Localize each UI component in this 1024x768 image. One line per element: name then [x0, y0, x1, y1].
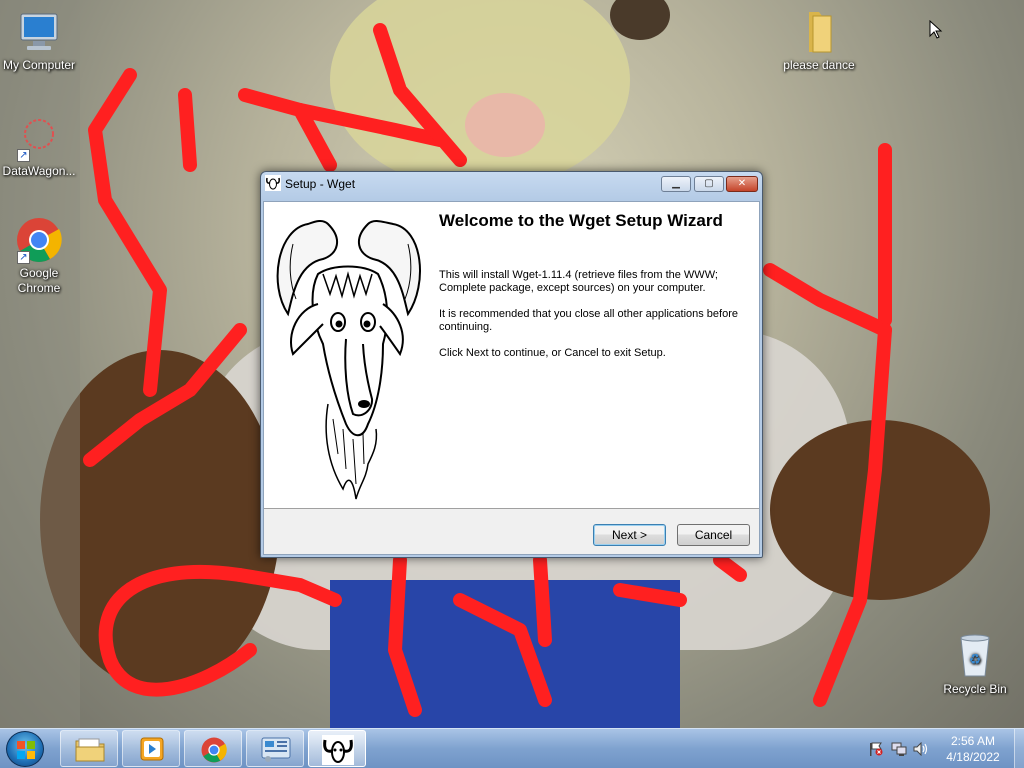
volume-icon[interactable] — [913, 742, 929, 756]
media-player-icon — [140, 737, 164, 761]
mouse-cursor-icon — [929, 20, 943, 39]
taskbar-media-player[interactable] — [122, 730, 180, 767]
action-center-flag-icon[interactable] — [868, 742, 884, 756]
recycle-bin-icon: ♻ — [951, 632, 999, 680]
dialog-titlebar[interactable]: Setup - Wget ▁ ▢ ✕ — [261, 172, 762, 196]
cancel-button[interactable]: Cancel — [677, 524, 750, 546]
dialog-client-area: Welcome to the Wget Setup Wizard This wi… — [263, 201, 760, 555]
chrome-icon — [201, 737, 227, 763]
next-button[interactable]: Next > — [593, 524, 666, 546]
desktop-icon-label: DataWagon... — [2, 164, 76, 178]
show-desktop-button[interactable] — [1014, 729, 1024, 768]
network-icon[interactable] — [891, 742, 907, 756]
gnu-icon — [265, 175, 281, 191]
next-cancel-instruction: Click Next to continue, or Cancel to exi… — [439, 347, 666, 359]
gnu-head-image — [276, 220, 421, 500]
desktop-icon-my-computer[interactable]: My Computer — [0, 8, 81, 73]
taskbar-file-explorer[interactable] — [60, 730, 118, 767]
computer-icon — [15, 8, 63, 56]
shortcut-arrow-icon: ↗ — [17, 149, 30, 162]
desktop-icon-label: Recycle Bin — [943, 682, 1007, 696]
clock-time[interactable]: 2:56 AM — [935, 734, 1011, 748]
shortcut-icon: ↗ — [15, 114, 63, 162]
close-apps-recommendation: It is recommended that you close all oth… — [439, 308, 738, 333]
welcome-heading: Welcome to the Wget Setup Wizard — [439, 211, 723, 230]
desktop-icon-datawagon[interactable]: ↗ DataWagon... — [0, 114, 81, 179]
dialog-title: Setup - Wget — [285, 177, 356, 191]
folder-icon — [795, 8, 843, 56]
setup-dialog: Setup - Wget ▁ ▢ ✕ Welcome to the Wget S… — [260, 171, 763, 558]
desktop-icon-label: My Computer — [2, 58, 76, 72]
welcome-panel: Welcome to the Wget Setup Wizard This wi… — [264, 202, 759, 509]
desktop-icon-label: please dance — [783, 58, 855, 72]
gnu-icon — [322, 735, 354, 765]
control-panel-icon — [261, 737, 291, 762]
folder-icon — [75, 738, 105, 762]
system-tray: 2:56 AM 4/18/2022 — [865, 729, 1024, 768]
taskbar-control-panel[interactable] — [246, 730, 304, 767]
taskbar: 2:56 AM 4/18/2022 — [0, 728, 1024, 768]
desktop-icon-label: Google Chrome — [17, 266, 61, 295]
shortcut-arrow-icon: ↗ — [17, 251, 30, 264]
clock-date[interactable]: 4/18/2022 — [935, 750, 1011, 764]
maximize-button[interactable]: ▢ — [694, 176, 724, 192]
taskbar-google-chrome[interactable] — [184, 730, 242, 767]
windows-logo-icon — [17, 741, 35, 759]
chrome-icon: ↗ — [15, 216, 63, 264]
close-button[interactable]: ✕ — [726, 176, 758, 192]
taskbar-wget-setup[interactable] — [308, 730, 366, 767]
desktop-icon-please-dance[interactable]: please dance — [777, 8, 861, 73]
install-description: This will install Wget-1.11.4 (retrieve … — [439, 269, 718, 294]
start-button[interactable] — [6, 731, 44, 767]
desktop-icon-google-chrome[interactable]: ↗ Google Chrome — [0, 216, 81, 296]
desktop-icon-recycle-bin[interactable]: ♻ Recycle Bin — [933, 632, 1017, 697]
svg-text:♻: ♻ — [969, 651, 982, 667]
minimize-button[interactable]: ▁ — [661, 176, 691, 192]
